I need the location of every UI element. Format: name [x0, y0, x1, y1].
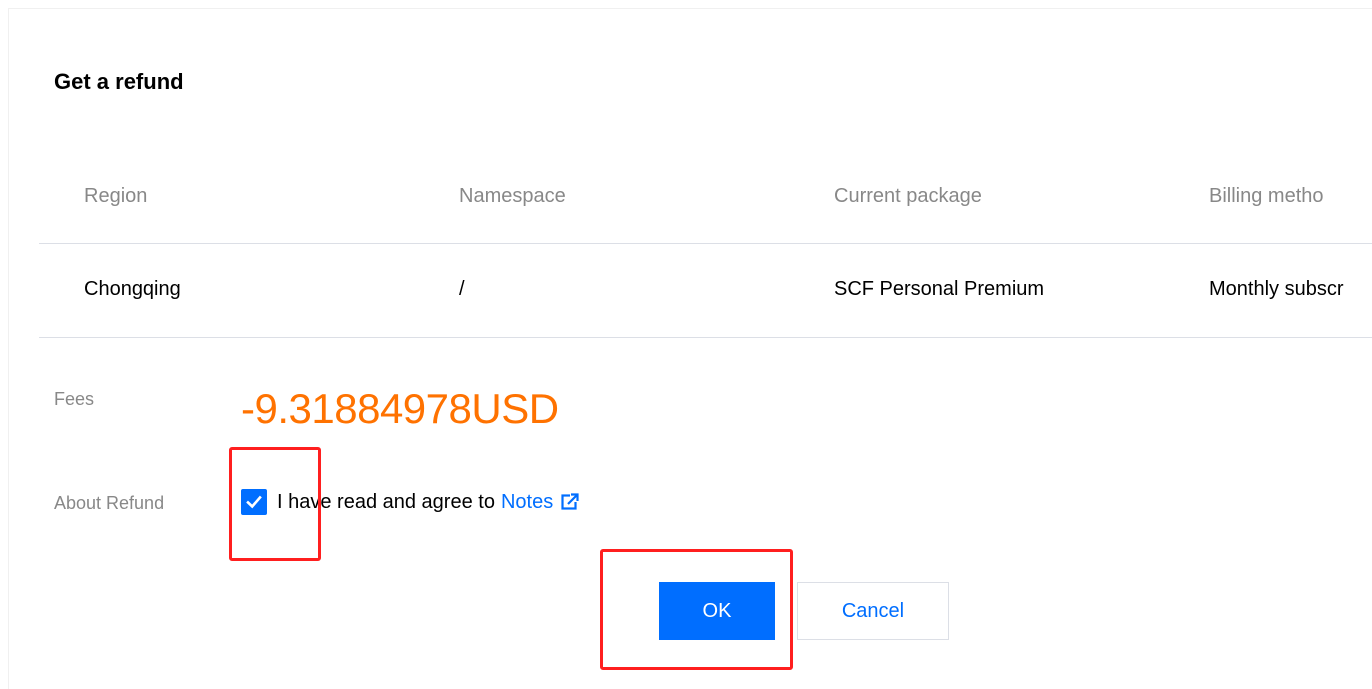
external-link-icon[interactable] [561, 493, 580, 511]
table-row: Chongqing / SCF Personal Premium Monthly… [39, 244, 1372, 338]
dialog-title: Get a refund [54, 69, 184, 94]
cell-namespace: / [459, 278, 465, 300]
header-region: Region [84, 185, 148, 207]
cell-current-package: SCF Personal Premium [834, 278, 1045, 300]
fees-value: -9.31884978USD [241, 385, 559, 432]
fees-label: Fees [54, 389, 95, 409]
table-header: Region Namespace Current package Billing… [39, 149, 1372, 244]
ok-button-highlight-box [600, 549, 793, 670]
header-current-package: Current package [834, 185, 982, 207]
cancel-button[interactable]: Cancel [797, 582, 949, 640]
checkbox-highlight-box [229, 447, 321, 561]
package-table: Region Namespace Current package Billing… [39, 149, 1372, 338]
cell-region: Chongqing [84, 278, 181, 300]
notes-link[interactable]: Notes [501, 491, 553, 514]
header-billing-method: Billing metho [1209, 185, 1324, 207]
refund-dialog: Get a refund Region Namespace Current pa… [8, 8, 1372, 689]
about-refund-label: About Refund [54, 493, 165, 513]
page: Get a refund Region Namespace Current pa… [0, 0, 1372, 689]
header-namespace: Namespace [459, 185, 566, 207]
cell-billing-method: Monthly subscr [1209, 278, 1344, 300]
